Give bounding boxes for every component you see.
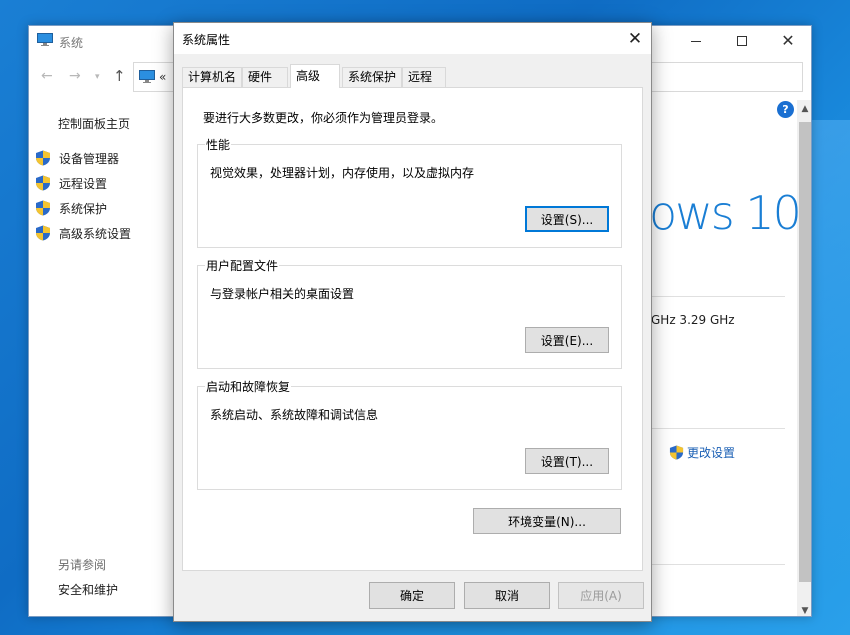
ok-button[interactable]: 确定 — [369, 582, 455, 609]
advanced-tab-panel: 要进行大多数更改，你必须作为管理员登录。 性能 视觉效果，处理器计划，内存使用，… — [182, 87, 643, 571]
left-nav-label: 高级系统设置 — [59, 226, 132, 241]
uac-shield-icon — [36, 175, 50, 191]
vertical-scrollbar[interactable]: ▲ ▼ — [797, 100, 811, 616]
tab-advanced[interactable]: 高级 — [290, 64, 340, 88]
change-settings-label: 更改设置 — [687, 446, 736, 460]
dialog-titlebar: 系统属性 ✕ — [174, 23, 651, 54]
dialog-close-button[interactable]: ✕ — [619, 23, 651, 54]
tab-remote[interactable]: 远程 — [402, 67, 446, 87]
minimize-button[interactable] — [673, 26, 719, 56]
minimize-icon — [691, 40, 701, 42]
maximize-button[interactable] — [719, 26, 765, 56]
close-icon: ✕ — [627, 28, 643, 49]
system-window-title: 系统 — [59, 36, 84, 50]
startup-recovery-group-title: 启动和故障恢复 — [205, 378, 292, 395]
uac-shield-icon — [36, 225, 50, 241]
apply-button[interactable]: 应用(A) — [558, 582, 644, 609]
user-profiles-group: 用户配置文件 与登录帐户相关的桌面设置 设置(E)... — [197, 257, 622, 369]
dialog-title: 系统属性 — [182, 33, 231, 47]
tab-hardware[interactable]: 硬件 — [242, 67, 288, 87]
startup-recovery-description: 系统启动、系统故障和调试信息 — [210, 408, 379, 422]
security-maintenance-link[interactable]: 安全和维护 — [58, 581, 118, 598]
back-arrow-icon[interactable]: ← — [41, 68, 53, 84]
performance-group: 性能 视觉效果，处理器计划，内存使用，以及虚拟内存 设置(S)... — [197, 136, 622, 248]
admin-note: 要进行大多数更改，你必须作为管理员登录。 — [203, 111, 444, 125]
forward-arrow-icon[interactable]: → — [69, 68, 81, 84]
change-settings-link[interactable]: 更改设置 — [669, 444, 735, 461]
user-profiles-group-title: 用户配置文件 — [205, 257, 280, 274]
left-nav-label: 远程设置 — [59, 176, 108, 191]
address-text: « — [159, 70, 167, 84]
user-profiles-description: 与登录帐户相关的桌面设置 — [210, 287, 355, 301]
recent-dropdown-icon[interactable]: ▾ — [95, 72, 100, 82]
left-nav-advanced-settings[interactable]: 高级系统设置 — [35, 224, 131, 242]
windows-10-logo-text: ows 10 — [649, 186, 802, 240]
left-nav-label: 设备管理器 — [59, 151, 120, 166]
cpu-speed-text: GHz 3.29 GHz — [651, 313, 735, 327]
startup-recovery-group: 启动和故障恢复 系统启动、系统故障和调试信息 设置(T)... — [197, 378, 622, 490]
tab-computer-name[interactable]: 计算机名 — [182, 67, 242, 87]
left-nav-remote-settings[interactable]: 远程设置 — [35, 174, 107, 192]
scrollbar-thumb[interactable] — [799, 122, 811, 582]
section-divider — [651, 564, 785, 565]
see-also-heading: 另请参阅 — [58, 558, 107, 572]
maximize-icon — [737, 36, 747, 46]
close-icon: ✕ — [781, 31, 795, 50]
section-divider — [651, 296, 785, 297]
left-nav-system-protection[interactable]: 系统保护 — [35, 199, 107, 217]
tab-system-protection[interactable]: 系统保护 — [342, 67, 402, 87]
uac-shield-icon — [36, 150, 50, 166]
scroll-down-icon[interactable]: ▼ — [797, 606, 811, 616]
help-icon[interactable]: ? — [777, 101, 794, 118]
left-nav-label: 系统保护 — [59, 201, 108, 216]
left-nav-device-manager[interactable]: 设备管理器 — [35, 149, 119, 167]
close-button[interactable]: ✕ — [765, 26, 811, 56]
user-profiles-settings-button[interactable]: 设置(E)... — [525, 327, 609, 353]
performance-group-title: 性能 — [205, 136, 232, 153]
cancel-button[interactable]: 取消 — [464, 582, 550, 609]
up-arrow-icon[interactable]: ↑ — [113, 67, 126, 85]
section-divider — [651, 428, 785, 429]
scroll-up-icon[interactable]: ▲ — [797, 104, 811, 114]
uac-shield-icon — [669, 445, 684, 460]
performance-description: 视觉效果，处理器计划，内存使用，以及虚拟内存 — [210, 166, 475, 180]
control-panel-home-link[interactable]: 控制面板主页 — [58, 115, 130, 132]
system-properties-dialog: 系统属性 ✕ 计算机名 硬件 高级 系统保护 远程 要进行大多数更改，你必须作为… — [173, 22, 652, 622]
uac-shield-icon — [36, 200, 50, 216]
monitor-icon — [37, 33, 53, 46]
monitor-icon — [139, 70, 155, 83]
environment-variables-button[interactable]: 环境变量(N)... — [473, 508, 621, 534]
startup-recovery-settings-button[interactable]: 设置(T)... — [525, 448, 609, 474]
performance-settings-button[interactable]: 设置(S)... — [525, 206, 609, 232]
